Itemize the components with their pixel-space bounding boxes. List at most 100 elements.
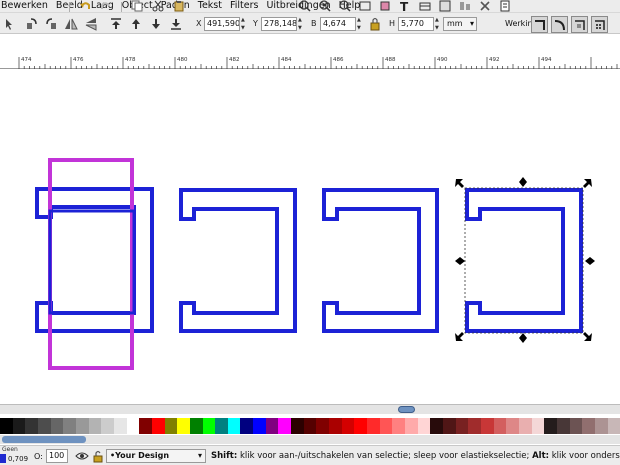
raise-icon[interactable]	[128, 16, 144, 32]
color-swatch[interactable]	[253, 418, 266, 434]
color-swatch[interactable]	[215, 418, 228, 434]
eye-icon[interactable]	[74, 448, 90, 464]
color-swatch[interactable]	[354, 418, 368, 434]
menu-tekst[interactable]: Tekst	[194, 0, 226, 12]
color-swatch[interactable]	[88, 418, 102, 434]
preferences-icon[interactable]	[478, 0, 492, 12]
color-swatch[interactable]	[139, 418, 152, 434]
menu-bewerken[interactable]: Bewerken	[0, 0, 52, 12]
scrollbar-thumb[interactable]	[398, 406, 415, 413]
xml-editor-icon[interactable]	[438, 0, 452, 12]
color-swatch[interactable]	[291, 418, 304, 434]
color-swatch[interactable]	[341, 418, 355, 434]
palette-scrollbar-thumb[interactable]	[2, 436, 86, 443]
stroke-width-value[interactable]: 0,709	[8, 455, 28, 463]
color-swatch[interactable]	[101, 418, 114, 434]
copy-icon[interactable]	[130, 0, 144, 12]
lower-icon[interactable]	[148, 16, 164, 32]
align-distribute-icon[interactable]	[458, 0, 472, 12]
color-swatch[interactable]	[455, 418, 469, 434]
layers-icon[interactable]	[418, 0, 432, 12]
rotate-ccw-icon[interactable]	[24, 16, 40, 32]
color-swatch[interactable]	[227, 418, 241, 434]
bracket-shape-2[interactable]	[179, 188, 297, 333]
color-swatch[interactable]	[594, 418, 608, 434]
flip-horizontal-icon[interactable]	[63, 16, 79, 32]
color-swatch[interactable]	[379, 418, 393, 434]
rotate-cw-icon[interactable]	[43, 16, 59, 32]
x-spinner[interactable]: ▲ ▼	[241, 17, 247, 31]
color-swatch[interactable]	[493, 418, 507, 434]
zoom-page-icon[interactable]	[338, 0, 352, 12]
color-swatch[interactable]	[202, 418, 216, 434]
color-swatch[interactable]	[544, 418, 557, 434]
width-input[interactable]: 4,674	[320, 17, 356, 31]
color-swatch[interactable]	[556, 418, 570, 434]
color-swatch[interactable]	[607, 418, 620, 434]
color-swatch[interactable]	[12, 418, 26, 434]
y-input[interactable]: 278,148	[261, 17, 297, 31]
drawing-canvas[interactable]	[0, 70, 620, 404]
lock-icon[interactable]	[367, 16, 383, 32]
raise-to-top-icon[interactable]	[108, 16, 124, 32]
color-swatch[interactable]	[25, 418, 38, 434]
paste-icon[interactable]	[172, 0, 186, 12]
color-swatch[interactable]	[367, 418, 380, 434]
color-swatch[interactable]	[240, 418, 254, 434]
color-swatch[interactable]	[126, 418, 140, 434]
bracket-shape-3[interactable]	[322, 188, 439, 333]
color-swatch[interactable]	[405, 418, 418, 434]
color-swatch[interactable]	[113, 418, 127, 434]
color-swatch[interactable]	[303, 418, 317, 434]
layer-lock-icon[interactable]	[90, 448, 106, 464]
color-swatch[interactable]	[480, 418, 494, 434]
move-patterns-toggle[interactable]	[591, 16, 608, 33]
color-swatch[interactable]	[151, 418, 165, 434]
redo-icon[interactable]	[99, 0, 113, 12]
opacity-input[interactable]: 100	[46, 449, 68, 463]
color-swatch[interactable]	[430, 418, 443, 434]
lower-to-bottom-icon[interactable]	[168, 16, 184, 32]
color-swatch[interactable]	[164, 418, 178, 434]
y-spinner[interactable]: ▲ ▼	[298, 17, 304, 31]
color-swatch[interactable]	[569, 418, 583, 434]
fill-stroke-icon[interactable]	[378, 0, 392, 12]
menu-filters[interactable]: Filters	[226, 0, 262, 12]
layer-select[interactable]: •Your Design	[106, 449, 206, 463]
color-swatch[interactable]	[417, 418, 431, 434]
color-swatch[interactable]	[189, 418, 203, 434]
select-all-icon[interactable]	[2, 16, 18, 32]
scale-corners-toggle[interactable]	[551, 16, 568, 33]
move-gradients-toggle[interactable]	[571, 16, 588, 33]
zoom-selection-icon[interactable]	[298, 0, 312, 12]
color-swatch[interactable]	[0, 418, 13, 434]
color-swatch[interactable]	[177, 418, 190, 434]
color-swatch[interactable]	[63, 418, 76, 434]
color-swatch[interactable]	[316, 418, 330, 434]
scale-stroke-toggle[interactable]	[531, 16, 548, 33]
color-swatch[interactable]	[468, 418, 481, 434]
selection-handles[interactable]	[455, 177, 595, 343]
color-swatch[interactable]	[531, 418, 545, 434]
undo-icon[interactable]	[78, 0, 92, 12]
color-swatch[interactable]	[506, 418, 519, 434]
color-swatch[interactable]	[37, 418, 51, 434]
color-swatch[interactable]	[265, 418, 279, 434]
x-input[interactable]: 491,590	[204, 17, 240, 31]
zoom-width-icon[interactable]	[358, 0, 372, 12]
magenta-rectangle[interactable]	[48, 158, 134, 370]
document-properties-icon[interactable]	[498, 0, 512, 12]
color-swatch[interactable]	[278, 418, 292, 434]
height-spinner[interactable]: ▲ ▼	[435, 17, 441, 31]
horizontal-scrollbar[interactable]	[0, 404, 620, 414]
color-swatch[interactable]	[518, 418, 532, 434]
bracket-shape-4-selected[interactable]	[464, 187, 584, 334]
horizontal-ruler[interactable]: 474 476 478 480 482 484 486 488 490 492 …	[0, 57, 620, 69]
color-swatch[interactable]	[75, 418, 89, 434]
palette-scrollbar[interactable]	[0, 435, 620, 444]
color-swatch[interactable]	[329, 418, 342, 434]
text-tool-icon[interactable]: T	[398, 0, 412, 12]
width-spinner[interactable]: ▲ ▼	[357, 17, 363, 31]
height-input[interactable]: 5,770	[398, 17, 434, 31]
color-swatch[interactable]	[50, 418, 64, 434]
